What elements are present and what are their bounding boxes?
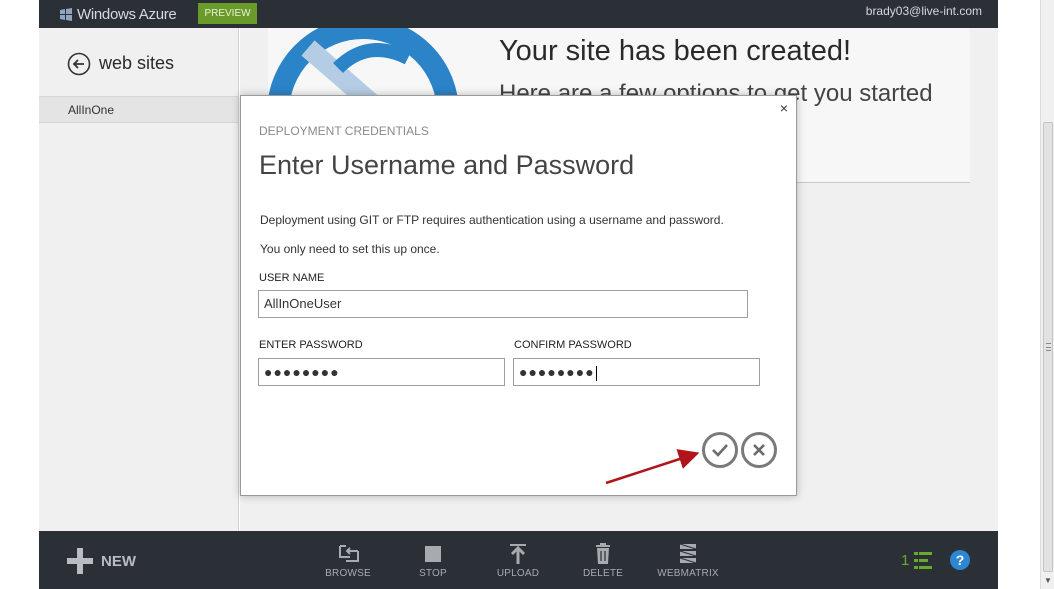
window-gutter-left [0, 0, 39, 589]
dialog-description: Deployment using GIT or FTP requires aut… [260, 213, 724, 227]
password-label: ENTER PASSWORD [259, 339, 363, 351]
new-label: NEW [101, 552, 136, 570]
scrollbar-thumb[interactable] [1043, 122, 1053, 572]
close-icon[interactable]: × [777, 101, 791, 115]
checkmark-icon [712, 444, 728, 457]
dialog-eyebrow: DEPLOYMENT CREDENTIALS [259, 124, 429, 138]
upload-button[interactable]: UPLOAD [483, 543, 553, 579]
stop-label: STOP [419, 568, 447, 579]
scroll-down-arrow-icon[interactable]: ▼ [1044, 576, 1052, 585]
cancel-button[interactable] [741, 432, 777, 468]
confirm-password-value: ●●●●●●●● [519, 364, 595, 380]
deployment-credentials-dialog: × DEPLOYMENT CREDENTIALS Enter Username … [240, 95, 797, 496]
nav-item-label: AllInOne [68, 103, 115, 117]
confirm-password-label: CONFIRM PASSWORD [514, 339, 632, 351]
webmatrix-icon [679, 543, 697, 564]
notifications-list-icon[interactable] [914, 552, 932, 570]
stop-button[interactable]: STOP [398, 543, 468, 579]
windows-azure-logo[interactable]: Windows Azure [59, 5, 177, 23]
nav-title: web sites [99, 53, 175, 73]
nav-item-allinone[interactable]: AllInOne [39, 96, 238, 123]
webmatrix-label: WEBMATRIX [657, 568, 719, 579]
new-button[interactable]: NEW [67, 548, 136, 574]
dialog-description-note: You only need to set this up once. [260, 242, 440, 256]
username-value: AllInOneUser [264, 296, 342, 311]
password-value: ●●●●●●●● [264, 364, 340, 380]
hero-title: Your site has been created! [499, 35, 852, 67]
x-mark-icon [753, 444, 765, 456]
plus-icon [67, 548, 93, 574]
dialog-title: Enter Username and Password [259, 150, 635, 180]
upload-label: UPLOAD [496, 568, 540, 579]
command-bar: NEW BROWSE STOP UPLOAD DELETE WEBMATRIX … [39, 531, 998, 589]
confirm-password-field[interactable]: ●●●●●●●● [513, 358, 760, 386]
ok-button[interactable] [702, 432, 738, 468]
left-navigation: web sites AllInOne [39, 28, 239, 531]
scrollbar-grip-icon [1046, 343, 1051, 351]
window-gutter-right [998, 0, 1040, 589]
delete-button[interactable]: DELETE [568, 543, 638, 579]
top-bar: Windows Azure PREVIEW brady03@live-int.c… [39, 0, 998, 28]
password-field[interactable]: ●●●●●●●● [258, 358, 505, 386]
upload-icon [510, 544, 526, 564]
preview-badge: PREVIEW [198, 3, 257, 24]
webmatrix-button[interactable]: WEBMATRIX [653, 543, 723, 579]
text-caret [595, 365, 597, 381]
browse-button[interactable]: BROWSE [313, 543, 383, 579]
user-account-email[interactable]: brady03@live-int.com [866, 4, 982, 18]
windows-flag-icon [60, 7, 72, 21]
browse-label: BROWSE [325, 568, 371, 579]
username-label: USER NAME [259, 272, 325, 284]
username-field[interactable]: AllInOneUser [258, 290, 748, 318]
vertical-scrollbar[interactable]: ▼ [1040, 0, 1054, 589]
stop-icon [425, 546, 441, 562]
browse-icon [339, 545, 359, 562]
notification-count[interactable]: 1 [901, 552, 909, 569]
delete-icon [596, 543, 610, 564]
product-name: Windows Azure [77, 5, 177, 23]
delete-label: DELETE [582, 568, 624, 579]
back-arrow-icon[interactable] [67, 52, 91, 76]
help-icon[interactable]: ? [950, 550, 970, 570]
